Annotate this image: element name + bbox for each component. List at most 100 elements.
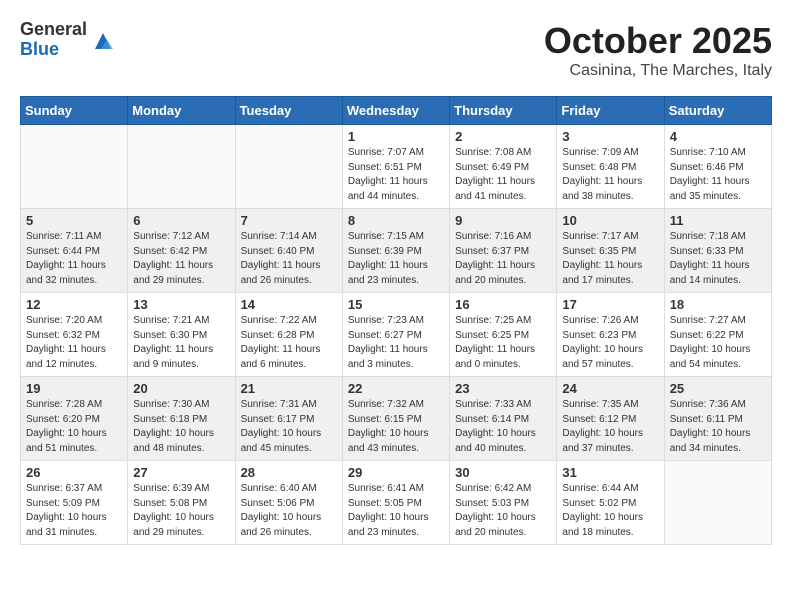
day-number: 24	[562, 381, 658, 396]
day-number: 16	[455, 297, 551, 312]
day-info: Sunrise: 7:22 AM Sunset: 6:28 PM Dayligh…	[241, 314, 337, 372]
day-info: Sunrise: 7:15 AM Sunset: 6:39 PM Dayligh…	[348, 230, 444, 288]
day-cell-24: 24Sunrise: 7:35 AM Sunset: 6:12 PM Dayli…	[557, 377, 664, 461]
day-info: Sunrise: 7:27 AM Sunset: 6:22 PM Dayligh…	[670, 314, 766, 372]
empty-cell	[235, 125, 342, 209]
day-cell-3: 3Sunrise: 7:09 AM Sunset: 6:48 PM Daylig…	[557, 125, 664, 209]
day-number: 15	[348, 297, 444, 312]
day-cell-22: 22 Sunrise: 7:32 AM Sunset: 6:15 PM Dayli…	[342, 377, 449, 461]
day-cell-26: 26 Sunrise: 6:37 AM Sunset: 5:09 PM Dayli…	[21, 461, 128, 545]
day-header-saturday: Saturday	[664, 97, 771, 125]
day-info: Sunrise: 7:28 AM Sunset: 6:20 PM Dayligh…	[26, 398, 122, 456]
day-info: Sunrise: 7:10 AM Sunset: 6:46 PM Dayligh…	[670, 146, 766, 204]
day-cell-31: 31Sunrise: 6:44 AM Sunset: 5:02 PM Dayli…	[557, 461, 664, 545]
week-row-4: 19Sunrise: 7:28 AM Sunset: 6:20 PM Dayli…	[21, 377, 772, 461]
day-number: 20	[133, 381, 229, 396]
day-cell-17: 17 Sunrise: 7:26 AM Sunset: 6:23 PM Dayli…	[557, 293, 664, 377]
day-cell-14: 14 Sunrise: 7:22 AM Sunset: 6:28 PM Dayli…	[235, 293, 342, 377]
day-info: Sunrise: 7:26 AM Sunset: 6:23 PM Dayligh…	[562, 314, 658, 372]
day-number: 4	[670, 129, 766, 144]
day-number: 27	[133, 465, 229, 480]
day-number: 28	[241, 465, 337, 480]
day-number: 1	[348, 129, 444, 144]
day-header-tuesday: Tuesday	[235, 97, 342, 125]
day-number: 2	[455, 129, 551, 144]
day-cell-16: 16Sunrise: 7:25 AM Sunset: 6:25 PM Dayli…	[450, 293, 557, 377]
week-row-3: 12Sunrise: 7:20 AM Sunset: 6:32 PM Dayli…	[21, 293, 772, 377]
day-number: 12	[26, 297, 122, 312]
day-info: Sunrise: 6:37 AM Sunset: 5:09 PM Dayligh…	[26, 482, 122, 540]
title-block: October 2025 Casinina, The Marches, Ital…	[544, 20, 772, 80]
day-info: Sunrise: 7:08 AM Sunset: 6:49 PM Dayligh…	[455, 146, 551, 204]
day-number: 30	[455, 465, 551, 480]
days-header-row: SundayMondayTuesdayWednesdayThursdayFrid…	[21, 97, 772, 125]
day-cell-9: 9Sunrise: 7:16 AM Sunset: 6:37 PM Daylig…	[450, 209, 557, 293]
week-row-1: 1 Sunrise: 7:07 AM Sunset: 6:51 PM Daylig…	[21, 125, 772, 209]
week-row-2: 5 Sunrise: 7:11 AM Sunset: 6:44 PM Daylig…	[21, 209, 772, 293]
day-header-monday: Monday	[128, 97, 235, 125]
day-number: 26	[26, 465, 122, 480]
day-info: Sunrise: 7:23 AM Sunset: 6:27 PM Dayligh…	[348, 314, 444, 372]
day-info: Sunrise: 7:21 AM Sunset: 6:30 PM Dayligh…	[133, 314, 229, 372]
day-cell-8: 8 Sunrise: 7:15 AM Sunset: 6:39 PM Daylig…	[342, 209, 449, 293]
day-cell-6: 6 Sunrise: 7:12 AM Sunset: 6:42 PM Daylig…	[128, 209, 235, 293]
day-info: Sunrise: 6:42 AM Sunset: 5:03 PM Dayligh…	[455, 482, 551, 540]
month-title: October 2025	[544, 20, 772, 62]
day-cell-23: 23Sunrise: 7:33 AM Sunset: 6:14 PM Dayli…	[450, 377, 557, 461]
day-number: 18	[670, 297, 766, 312]
week-row-5: 26 Sunrise: 6:37 AM Sunset: 5:09 PM Dayli…	[21, 461, 772, 545]
day-cell-20: 20 Sunrise: 7:30 AM Sunset: 6:18 PM Dayli…	[128, 377, 235, 461]
day-number: 8	[348, 213, 444, 228]
day-header-friday: Friday	[557, 97, 664, 125]
empty-cell	[21, 125, 128, 209]
day-number: 23	[455, 381, 551, 396]
logo: General Blue	[20, 20, 115, 60]
day-cell-25: 25Sunrise: 7:36 AM Sunset: 6:11 PM Dayli…	[664, 377, 771, 461]
day-number: 6	[133, 213, 229, 228]
day-cell-28: 28Sunrise: 6:40 AM Sunset: 5:06 PM Dayli…	[235, 461, 342, 545]
calendar-table: SundayMondayTuesdayWednesdayThursdayFrid…	[20, 96, 772, 545]
day-number: 25	[670, 381, 766, 396]
day-number: 22	[348, 381, 444, 396]
day-cell-11: 11 Sunrise: 7:18 AM Sunset: 6:33 PM Dayli…	[664, 209, 771, 293]
day-number: 29	[348, 465, 444, 480]
day-number: 5	[26, 213, 122, 228]
day-cell-2: 2 Sunrise: 7:08 AM Sunset: 6:49 PM Daylig…	[450, 125, 557, 209]
day-number: 7	[241, 213, 337, 228]
day-cell-12: 12Sunrise: 7:20 AM Sunset: 6:32 PM Dayli…	[21, 293, 128, 377]
day-info: Sunrise: 7:18 AM Sunset: 6:33 PM Dayligh…	[670, 230, 766, 288]
day-number: 21	[241, 381, 337, 396]
logo-blue-text: Blue	[20, 40, 87, 60]
day-info: Sunrise: 7:30 AM Sunset: 6:18 PM Dayligh…	[133, 398, 229, 456]
day-number: 17	[562, 297, 658, 312]
day-info: Sunrise: 7:11 AM Sunset: 6:44 PM Dayligh…	[26, 230, 122, 288]
day-info: Sunrise: 7:17 AM Sunset: 6:35 PM Dayligh…	[562, 230, 658, 288]
day-cell-21: 21Sunrise: 7:31 AM Sunset: 6:17 PM Dayli…	[235, 377, 342, 461]
day-info: Sunrise: 7:14 AM Sunset: 6:40 PM Dayligh…	[241, 230, 337, 288]
day-number: 9	[455, 213, 551, 228]
day-info: Sunrise: 6:39 AM Sunset: 5:08 PM Dayligh…	[133, 482, 229, 540]
logo-icon	[91, 29, 115, 53]
day-info: Sunrise: 6:44 AM Sunset: 5:02 PM Dayligh…	[562, 482, 658, 540]
day-header-wednesday: Wednesday	[342, 97, 449, 125]
day-cell-1: 1 Sunrise: 7:07 AM Sunset: 6:51 PM Daylig…	[342, 125, 449, 209]
day-info: Sunrise: 7:07 AM Sunset: 6:51 PM Dayligh…	[348, 146, 444, 204]
day-cell-19: 19Sunrise: 7:28 AM Sunset: 6:20 PM Dayli…	[21, 377, 128, 461]
day-cell-10: 10 Sunrise: 7:17 AM Sunset: 6:35 PM Dayli…	[557, 209, 664, 293]
page-header: General Blue October 2025 Casinina, The …	[20, 20, 772, 80]
day-cell-4: 4 Sunrise: 7:10 AM Sunset: 6:46 PM Daylig…	[664, 125, 771, 209]
day-info: Sunrise: 7:12 AM Sunset: 6:42 PM Dayligh…	[133, 230, 229, 288]
day-number: 10	[562, 213, 658, 228]
day-info: Sunrise: 7:32 AM Sunset: 6:15 PM Dayligh…	[348, 398, 444, 456]
day-header-thursday: Thursday	[450, 97, 557, 125]
day-cell-18: 18 Sunrise: 7:27 AM Sunset: 6:22 PM Dayli…	[664, 293, 771, 377]
day-cell-7: 7 Sunrise: 7:14 AM Sunset: 6:40 PM Daylig…	[235, 209, 342, 293]
empty-cell	[128, 125, 235, 209]
day-cell-15: 15 Sunrise: 7:23 AM Sunset: 6:27 PM Dayli…	[342, 293, 449, 377]
day-cell-29: 29Sunrise: 6:41 AM Sunset: 5:05 PM Dayli…	[342, 461, 449, 545]
day-cell-13: 13Sunrise: 7:21 AM Sunset: 6:30 PM Dayli…	[128, 293, 235, 377]
day-cell-5: 5 Sunrise: 7:11 AM Sunset: 6:44 PM Daylig…	[21, 209, 128, 293]
empty-cell	[664, 461, 771, 545]
day-number: 11	[670, 213, 766, 228]
day-number: 14	[241, 297, 337, 312]
